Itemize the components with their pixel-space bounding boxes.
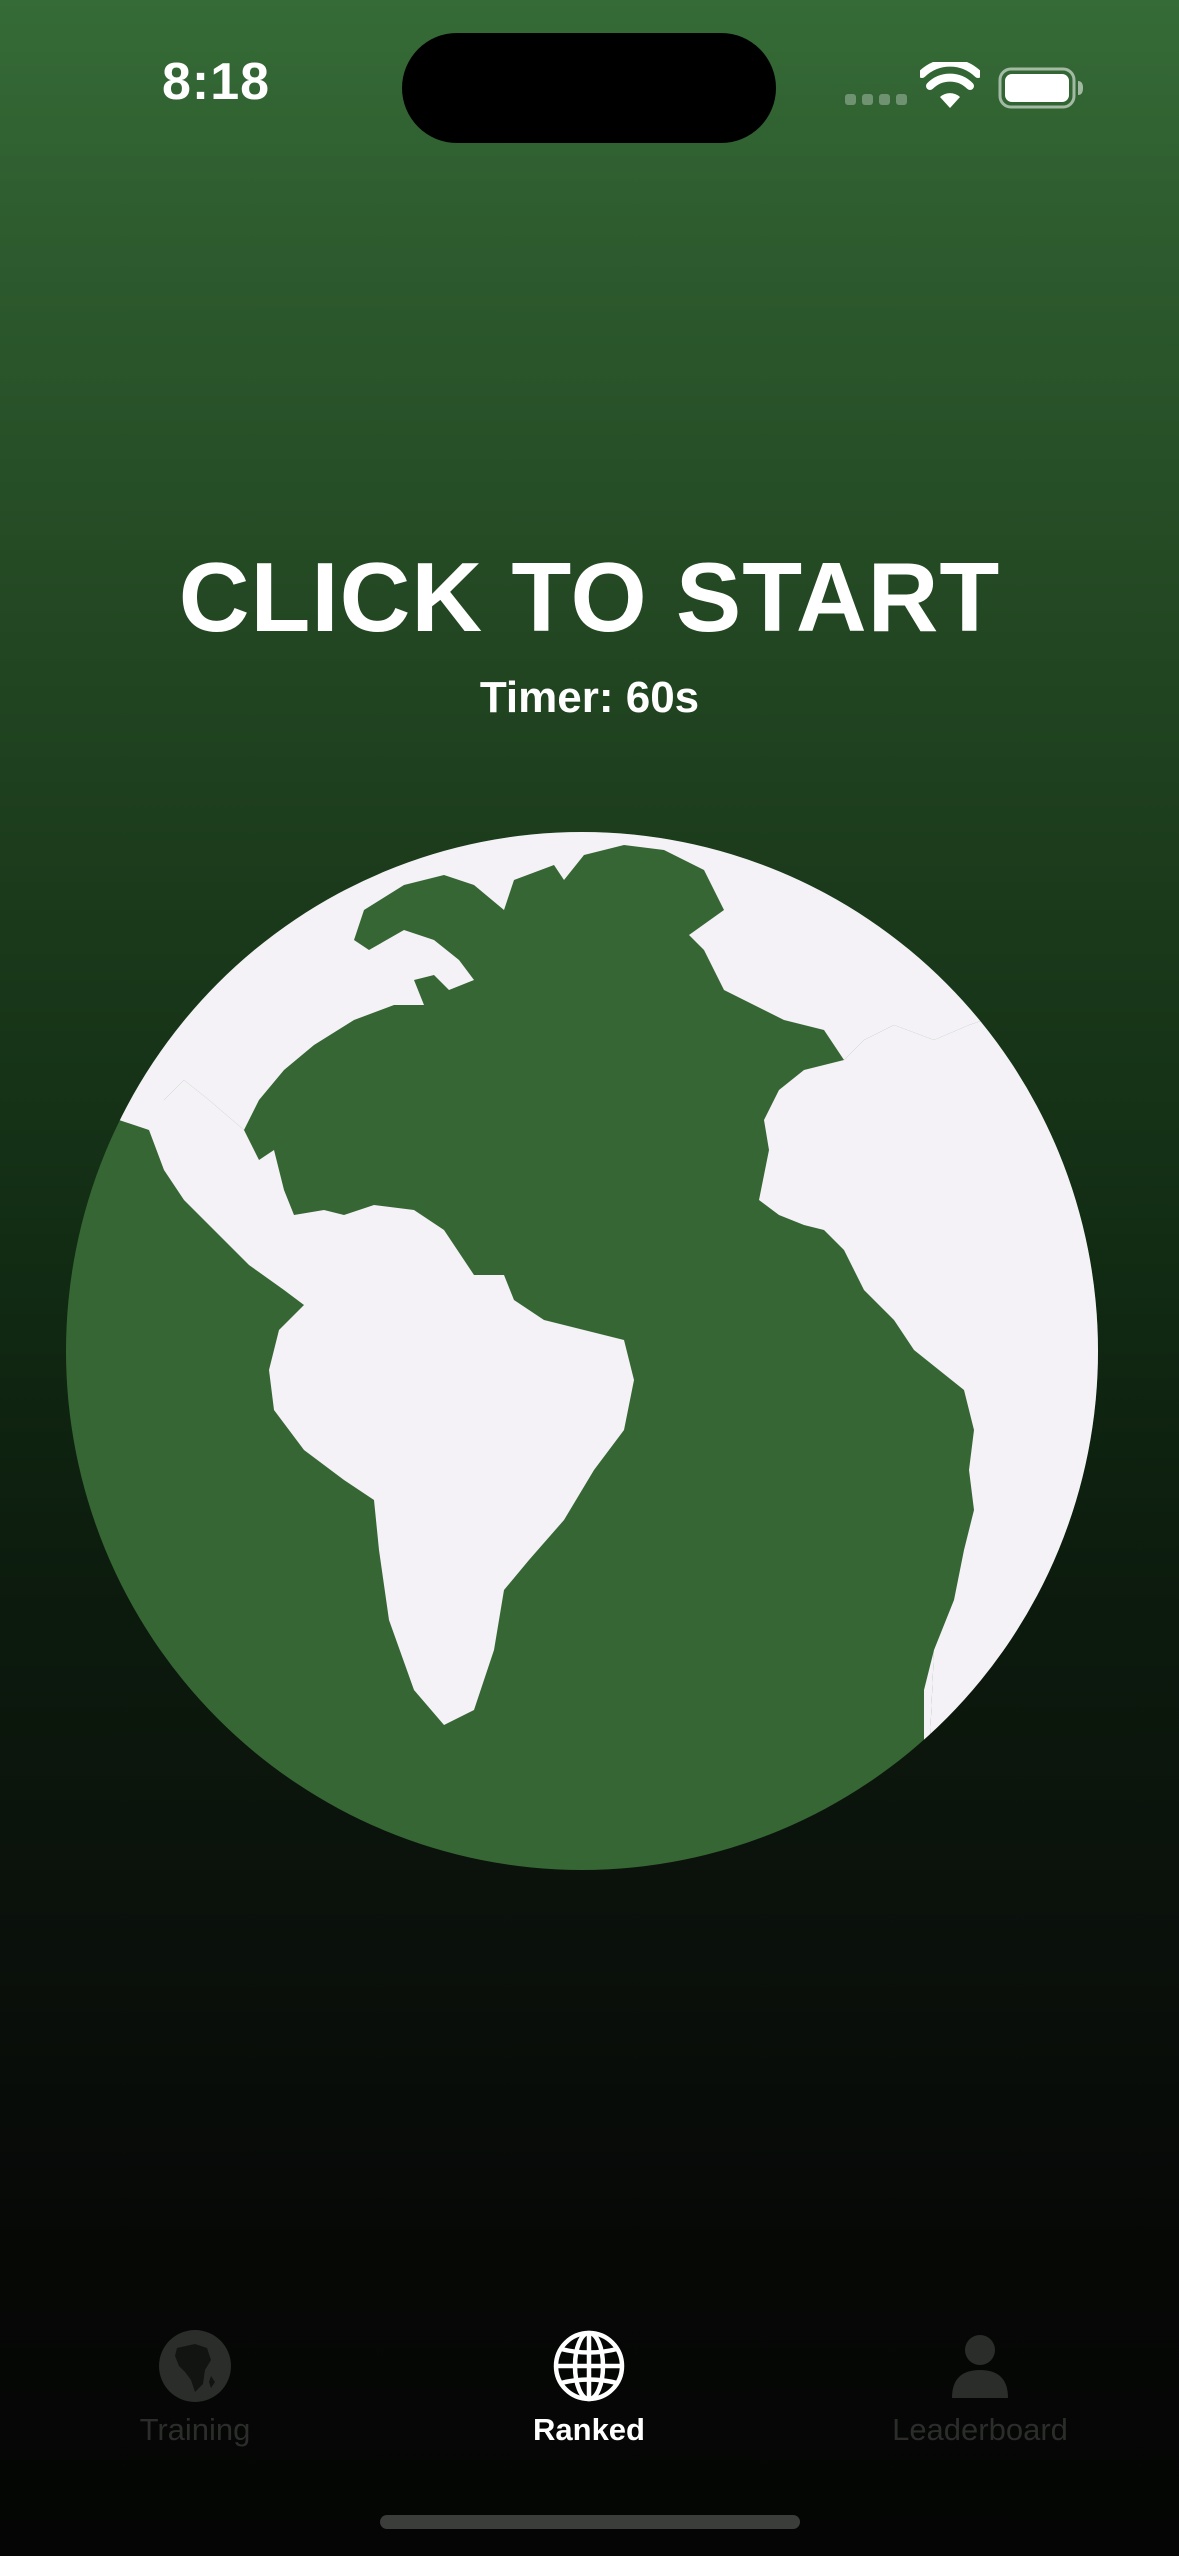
person-icon <box>952 2335 1008 2398</box>
tab-label-training: Training <box>139 2412 251 2447</box>
tab-training[interactable]: Training <box>15 2300 375 2460</box>
cellular-signal-icon <box>845 94 907 105</box>
home-indicator[interactable] <box>380 2515 800 2529</box>
tab-label-leaderboard: Leaderboard <box>892 2412 1068 2447</box>
battery-icon <box>998 67 1083 109</box>
tab-ranked[interactable]: Ranked <box>409 2300 769 2460</box>
status-time: 8:18 <box>162 53 271 111</box>
click-to-start-title[interactable]: CLICK TO START <box>0 548 1179 646</box>
wifi-icon <box>920 62 980 108</box>
africa-globe-icon <box>159 2330 231 2402</box>
globe-grid-icon <box>553 2330 625 2402</box>
tab-label-ranked: Ranked <box>533 2412 645 2447</box>
tab-leaderboard[interactable]: Leaderboard <box>800 2300 1160 2460</box>
timer-label: Timer: 60s <box>479 673 700 722</box>
globe-start-button[interactable] <box>64 830 1100 1872</box>
tab-bar: Training Ranked Leaderboard <box>0 2300 1179 2470</box>
dynamic-island <box>402 33 776 143</box>
